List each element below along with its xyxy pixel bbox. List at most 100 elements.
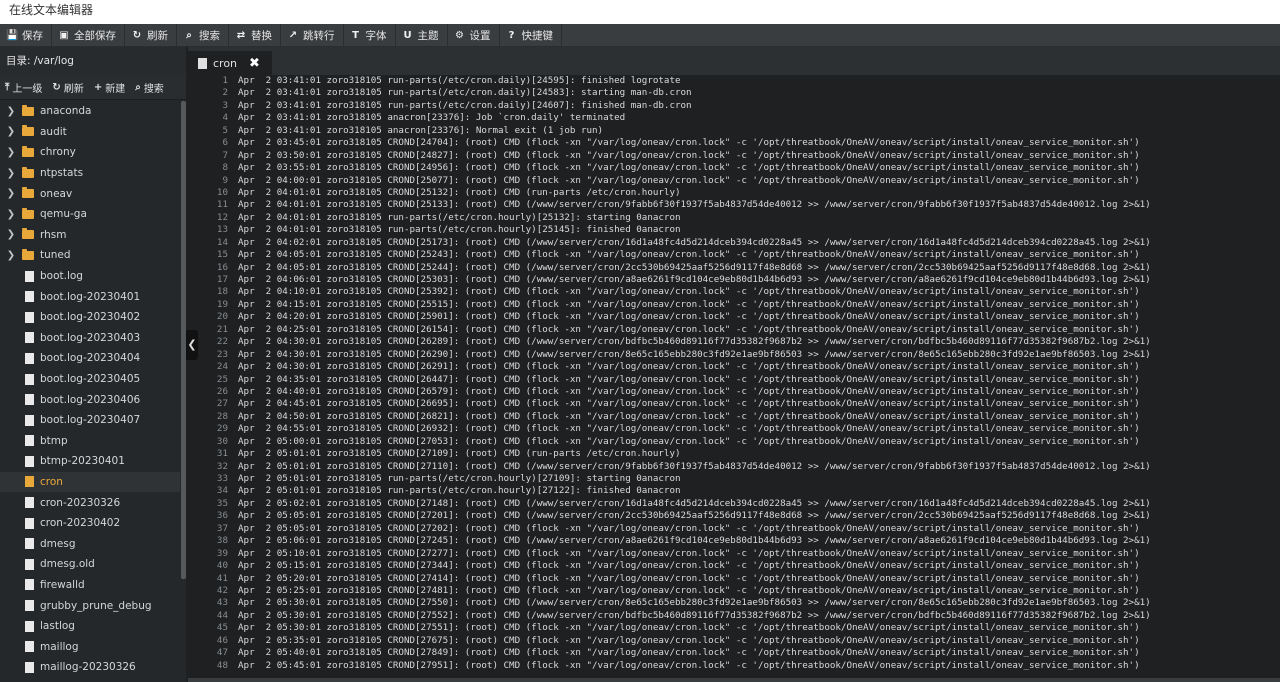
editor-line[interactable]: 2 Apr 2 03:41:01 zoro318105 run-parts(/et… xyxy=(188,87,1280,99)
editor-line[interactable]: 22 Apr 2 04:30:01 zoro318105 CROND[26289]… xyxy=(188,336,1280,348)
file-item[interactable]: btmp-20230401 xyxy=(0,451,180,472)
editor-line[interactable]: 6 Apr 2 03:45:01 zoro318105 CROND[24704]:… xyxy=(188,137,1280,149)
editor-line[interactable]: 38 Apr 2 05:06:01 zoro318105 CROND[27245]… xyxy=(188,535,1280,547)
search-button[interactable]: ⌕ 搜索 xyxy=(177,24,229,46)
file-item[interactable]: cron-20230402 xyxy=(0,513,180,534)
file-item[interactable]: lastlog xyxy=(0,616,180,637)
tab-cron[interactable]: cron ✖ xyxy=(188,51,272,75)
code-editor[interactable]: 1 Apr 2 03:41:01 zoro318105 run-parts(/et… xyxy=(188,75,1280,682)
file-item[interactable]: boot.log-20230404 xyxy=(0,348,180,369)
editor-line[interactable]: 40 Apr 2 05:15:01 zoro318105 CROND[27344]… xyxy=(188,560,1280,572)
editor-line[interactable]: 32 Apr 2 05:01:01 zoro318105 CROND[27110]… xyxy=(188,461,1280,473)
folder-item[interactable]: ❯ tuned xyxy=(0,245,180,266)
editor-line[interactable]: 34 Apr 2 05:01:01 zoro318105 run-parts(/e… xyxy=(188,485,1280,497)
goto-line-button[interactable]: ↗ 跳转行 xyxy=(281,24,344,46)
editor-line[interactable]: 27 Apr 2 04:45:01 zoro318105 CROND[26695]… xyxy=(188,398,1280,410)
refresh-button[interactable]: ↻ 刷新 xyxy=(125,24,177,46)
editor-line[interactable]: 10 Apr 2 04:01:01 zoro318105 CROND[25132]… xyxy=(188,187,1280,199)
editor-line[interactable]: 33 Apr 2 05:01:01 zoro318105 run-parts(/e… xyxy=(188,473,1280,485)
save-button[interactable]: 💾 保存 xyxy=(0,24,52,46)
editor-line[interactable]: 36 Apr 2 05:05:01 zoro318105 CROND[27201]… xyxy=(188,510,1280,522)
file-item[interactable]: boot.log-20230403 xyxy=(0,328,180,349)
editor-line[interactable]: 39 Apr 2 05:10:01 zoro318105 CROND[27277]… xyxy=(188,548,1280,560)
file-item[interactable]: dmesg.old xyxy=(0,554,180,575)
editor-line[interactable]: 23 Apr 2 04:30:01 zoro318105 CROND[26290]… xyxy=(188,349,1280,361)
file-item[interactable]: maillog xyxy=(0,636,180,657)
sidebar-refresh-button[interactable]: ↻ 刷新 xyxy=(47,80,88,95)
editor-line[interactable]: 20 Apr 2 04:20:01 zoro318105 CROND[25901]… xyxy=(188,311,1280,323)
save-all-button[interactable]: ▣ 全部保存 xyxy=(52,24,125,46)
file-item[interactable]: boot.log-20230402 xyxy=(0,307,180,328)
editor-line[interactable]: 41 Apr 2 05:20:01 zoro318105 CROND[27414]… xyxy=(188,573,1280,585)
editor-line[interactable]: 18 Apr 2 04:10:01 zoro318105 CROND[25392]… xyxy=(188,286,1280,298)
chevron-right-icon[interactable]: ❯ xyxy=(4,106,18,117)
file-item[interactable]: boot.log-20230406 xyxy=(0,389,180,410)
editor-line[interactable]: 35 Apr 2 05:02:01 zoro318105 CROND[27148]… xyxy=(188,498,1280,510)
file-item[interactable]: boot.log-20230401 xyxy=(0,286,180,307)
chevron-right-icon[interactable]: ❯ xyxy=(4,126,18,137)
sidebar-new-button[interactable]: + 新建 xyxy=(89,80,130,95)
folder-item[interactable]: ❯ chrony xyxy=(0,142,180,163)
file-item[interactable]: btmp xyxy=(0,431,180,452)
editor-line[interactable]: 45 Apr 2 05:30:01 zoro318105 CROND[27551]… xyxy=(188,622,1280,634)
editor-line[interactable]: 5 Apr 2 03:41:01 zoro318105 anacron[23376… xyxy=(188,125,1280,137)
chevron-right-icon[interactable]: ❯ xyxy=(4,209,18,220)
editor-line[interactable]: 17 Apr 2 04:06:01 zoro318105 CROND[25303]… xyxy=(188,274,1280,286)
replace-button[interactable]: ⇄ 替换 xyxy=(229,24,281,46)
shortcuts-button[interactable]: ? 快捷键 xyxy=(500,24,562,46)
chevron-right-icon[interactable]: ❯ xyxy=(4,147,18,158)
editor-line[interactable]: 31 Apr 2 05:01:01 zoro318105 CROND[27109]… xyxy=(188,448,1280,460)
editor-line[interactable]: 29 Apr 2 04:55:01 zoro318105 CROND[26932]… xyxy=(188,423,1280,435)
folder-item[interactable]: ❯ rhsm xyxy=(0,225,180,246)
editor-line[interactable]: 7 Apr 2 03:50:01 zoro318105 CROND[24827]:… xyxy=(188,150,1280,162)
editor-line[interactable]: 4 Apr 2 03:41:01 zoro318105 anacron[23376… xyxy=(188,112,1280,124)
editor-line[interactable]: 12 Apr 2 04:01:01 zoro318105 run-parts(/e… xyxy=(188,212,1280,224)
editor-line[interactable]: 47 Apr 2 05:40:01 zoro318105 CROND[27849]… xyxy=(188,647,1280,659)
editor-line[interactable]: 46 Apr 2 05:35:01 zoro318105 CROND[27675]… xyxy=(188,635,1280,647)
chevron-right-icon[interactable]: ❯ xyxy=(4,250,18,261)
file-item[interactable]: cron xyxy=(0,471,180,493)
file-item[interactable]: firewalld xyxy=(0,575,180,596)
folder-item[interactable]: ❯ oneav xyxy=(0,183,180,204)
chevron-right-icon[interactable]: ❯ xyxy=(4,168,18,179)
chevron-right-icon[interactable]: ❯ xyxy=(4,229,18,240)
sidebar-go-up-button[interactable]: ⤒ 上一级 xyxy=(0,80,47,95)
editor-line[interactable]: 30 Apr 2 05:00:01 zoro318105 CROND[27053]… xyxy=(188,436,1280,448)
editor-line[interactable]: 42 Apr 2 05:25:01 zoro318105 CROND[27481]… xyxy=(188,585,1280,597)
editor-line[interactable]: 28 Apr 2 04:50:01 zoro318105 CROND[26821]… xyxy=(188,411,1280,423)
editor-line[interactable]: 43 Apr 2 05:30:01 zoro318105 CROND[27550]… xyxy=(188,597,1280,609)
editor-line[interactable]: 44 Apr 2 05:30:01 zoro318105 CROND[27552]… xyxy=(188,610,1280,622)
editor-line[interactable]: 19 Apr 2 04:15:01 zoro318105 CROND[25515]… xyxy=(188,299,1280,311)
file-item[interactable]: boot.log-20230407 xyxy=(0,410,180,431)
collapse-sidebar-button[interactable]: ❮ xyxy=(186,330,198,360)
editor-line[interactable]: 16 Apr 2 04:05:01 zoro318105 CROND[25244]… xyxy=(188,262,1280,274)
editor-line[interactable]: 3 Apr 2 03:41:01 zoro318105 run-parts(/et… xyxy=(188,100,1280,112)
editor-line[interactable]: 48 Apr 2 05:45:01 zoro318105 CROND[27951]… xyxy=(188,660,1280,672)
folder-item[interactable]: ❯ ntpstats xyxy=(0,163,180,184)
editor-horizontal-scrollbar[interactable] xyxy=(188,678,1280,682)
editor-line[interactable]: 13 Apr 2 04:01:01 zoro318105 run-parts(/e… xyxy=(188,224,1280,236)
editor-line[interactable]: 26 Apr 2 04:40:01 zoro318105 CROND[26579]… xyxy=(188,386,1280,398)
editor-line[interactable]: 24 Apr 2 04:30:01 zoro318105 CROND[26291]… xyxy=(188,361,1280,373)
file-item[interactable]: maillog-20230326 xyxy=(0,657,180,678)
folder-item[interactable]: ❯ qemu-ga xyxy=(0,204,180,225)
folder-item[interactable]: ❯ anaconda xyxy=(0,101,180,122)
editor-line[interactable]: 9 Apr 2 04:00:01 zoro318105 CROND[25077]:… xyxy=(188,175,1280,187)
editor-line[interactable]: 11 Apr 2 04:01:01 zoro318105 CROND[25133]… xyxy=(188,199,1280,211)
editor-line[interactable]: 8 Apr 2 03:55:01 zoro318105 CROND[24956]:… xyxy=(188,162,1280,174)
editor-line[interactable]: 25 Apr 2 04:35:01 zoro318105 CROND[26447]… xyxy=(188,374,1280,386)
file-item[interactable]: grubby_prune_debug xyxy=(0,595,180,616)
font-button[interactable]: T 字体 xyxy=(344,24,396,46)
file-item[interactable]: dmesg xyxy=(0,533,180,554)
file-item[interactable]: cron-20230326 xyxy=(0,492,180,513)
settings-button[interactable]: ⚙ 设置 xyxy=(448,24,500,46)
sidebar-search-button[interactable]: ⌕ 搜索 xyxy=(130,80,169,95)
editor-line[interactable]: 14 Apr 2 04:02:01 zoro318105 CROND[25173]… xyxy=(188,237,1280,249)
editor-line[interactable]: 15 Apr 2 04:05:01 zoro318105 CROND[25243]… xyxy=(188,249,1280,261)
folder-item[interactable]: ❯ audit xyxy=(0,122,180,143)
theme-button[interactable]: U 主题 xyxy=(396,24,448,46)
file-item[interactable]: boot.log xyxy=(0,266,180,287)
file-item[interactable]: boot.log-20230405 xyxy=(0,369,180,390)
editor-line[interactable]: 37 Apr 2 05:05:01 zoro318105 CROND[27202]… xyxy=(188,523,1280,535)
editor-line[interactable]: 1 Apr 2 03:41:01 zoro318105 run-parts(/et… xyxy=(188,75,1280,87)
